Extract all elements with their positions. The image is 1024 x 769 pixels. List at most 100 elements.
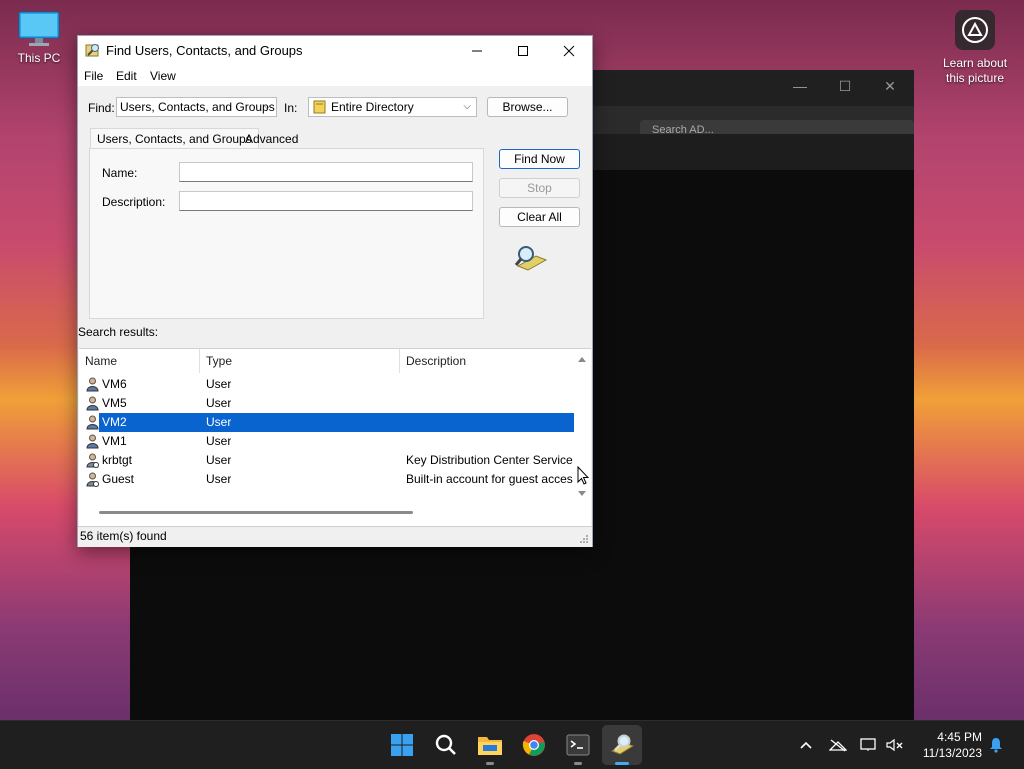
row-type: User (206, 377, 232, 391)
description-input[interactable] (179, 191, 473, 211)
clear-all-button[interactable]: Clear All (499, 207, 580, 227)
minimize-icon (472, 50, 482, 52)
bell-icon (990, 738, 1002, 753)
show-hidden-icons-button[interactable] (796, 721, 816, 769)
table-row-selected[interactable]: VM2 User (79, 413, 574, 432)
clock-time: 4:45 PM (937, 730, 982, 744)
directory-icon (313, 100, 326, 119)
terminal-button[interactable] (562, 729, 594, 765)
find-type-value: Users, Contacts, and Groups (120, 100, 275, 114)
menu-bar: File Edit View (78, 66, 592, 86)
maximize-icon (518, 46, 528, 56)
table-row[interactable]: VM6 User (79, 375, 574, 394)
table-row[interactable]: VM1 User (79, 432, 574, 451)
row-name: VM2 (102, 415, 127, 429)
stop-button[interactable]: Stop (499, 178, 580, 198)
mouse-cursor-icon (577, 465, 590, 489)
bg-close-icon[interactable]: ✕ (880, 78, 900, 95)
volume-button[interactable] (884, 721, 906, 769)
search-results-label: Search results: (78, 325, 159, 339)
row-type: User (206, 453, 232, 467)
search-animation-icon (514, 244, 550, 275)
scroll-up-icon[interactable] (575, 353, 589, 365)
clock[interactable]: 4:45 PM 11/13/2023 (912, 729, 982, 761)
file-explorer-button[interactable] (474, 729, 506, 765)
find-now-button[interactable]: Find Now (499, 149, 580, 169)
table-row[interactable]: Guest User Built-in account for guest ac… (79, 470, 574, 489)
table-row[interactable]: krbtgt User Key Distribution Center Serv… (79, 451, 574, 470)
chrome-button[interactable] (518, 729, 550, 761)
minimize-button[interactable] (454, 36, 500, 66)
row-type: User (206, 472, 232, 486)
taskbar-search-button[interactable] (430, 729, 462, 761)
this-pc-label: This PC (17, 51, 61, 65)
row-type: User (206, 434, 232, 448)
row-type: User (206, 415, 232, 429)
row-name: krbtgt (102, 453, 133, 467)
resize-grip-icon[interactable] (579, 531, 589, 550)
running-indicator (574, 762, 582, 765)
column-header-type[interactable]: Type (200, 349, 400, 373)
terminal-icon (566, 734, 590, 756)
tab-users-contacts-groups[interactable]: Users, Contacts, and Groups (90, 128, 259, 149)
maximize-button[interactable] (500, 36, 546, 66)
notifications-button[interactable] (986, 721, 1006, 769)
camera-info-icon (955, 10, 995, 50)
in-location-select[interactable]: Entire Directory ⌵ (308, 97, 477, 117)
tab-panel: Name: Description: (89, 148, 484, 319)
close-button[interactable] (546, 36, 592, 66)
column-header-name[interactable]: Name (79, 349, 200, 373)
find-users-dialog: Find Users, Contacts, and Groups File Ed… (77, 35, 593, 547)
search-icon (435, 734, 456, 755)
row-type: User (206, 396, 232, 410)
find-type-select[interactable]: Users, Contacts, and Groups ⌵ (116, 97, 277, 117)
row-name: VM5 (102, 396, 127, 410)
network-disconnected-icon (829, 739, 847, 752)
menu-view[interactable]: View (150, 69, 176, 83)
windows-start-icon (391, 734, 413, 756)
in-label: In: (284, 101, 298, 115)
tab-advanced[interactable]: Advanced (245, 129, 298, 149)
name-input[interactable] (179, 162, 473, 182)
find-label: Find: (88, 101, 115, 115)
start-button[interactable] (386, 729, 418, 761)
row-description: Key Distribution Center Service A (406, 453, 574, 467)
in-location-value: Entire Directory (331, 100, 414, 114)
results-list[interactable]: Name Type Description VM6 User VM5 User … (79, 348, 591, 527)
row-name: VM6 (102, 377, 127, 391)
learn-label: Learn about this picture (942, 56, 1008, 85)
find-users-taskbar-button[interactable] (606, 729, 638, 765)
bg-minimize-icon[interactable]: — (790, 78, 810, 94)
column-header-description[interactable]: Description (400, 349, 575, 373)
network-status-button[interactable] (827, 721, 849, 769)
running-indicator (486, 762, 494, 765)
horizontal-scrollbar[interactable] (99, 511, 413, 514)
close-icon (563, 45, 575, 57)
table-row[interactable]: VM5 User (79, 394, 574, 413)
learn-about-picture-icon[interactable]: Learn about this picture (934, 10, 1016, 86)
menu-file[interactable]: File (84, 69, 103, 83)
chevron-down-icon: ⌵ (463, 101, 471, 112)
active-indicator (615, 762, 629, 765)
monitor-network-icon (860, 738, 876, 751)
browse-button[interactable]: Browse... (487, 97, 568, 117)
chevron-down-icon: ⌵ (263, 101, 271, 112)
dialog-title: Find Users, Contacts, and Groups (106, 43, 303, 58)
row-name: VM1 (102, 434, 127, 448)
find-users-icon (85, 42, 101, 61)
taskbar: 4:45 PM 11/13/2023 (0, 720, 1024, 769)
menu-edit[interactable]: Edit (116, 69, 137, 83)
description-label: Description: (102, 195, 166, 209)
dialog-titlebar[interactable]: Find Users, Contacts, and Groups (78, 36, 592, 66)
folder-icon (478, 737, 502, 755)
status-text: 56 item(s) found (80, 529, 167, 543)
bg-maximize-icon[interactable]: ☐ (835, 78, 855, 95)
chevron-up-icon (800, 741, 812, 749)
this-pc-desktop-icon[interactable]: This PC (12, 10, 66, 65)
monitor-icon (18, 11, 60, 46)
row-description: Built-in account for guest acces (406, 472, 573, 486)
disabled-user-icon (86, 472, 99, 493)
status-bar: 56 item(s) found (78, 526, 592, 547)
row-name: Guest (102, 472, 135, 486)
display-status-button[interactable] (858, 721, 880, 769)
